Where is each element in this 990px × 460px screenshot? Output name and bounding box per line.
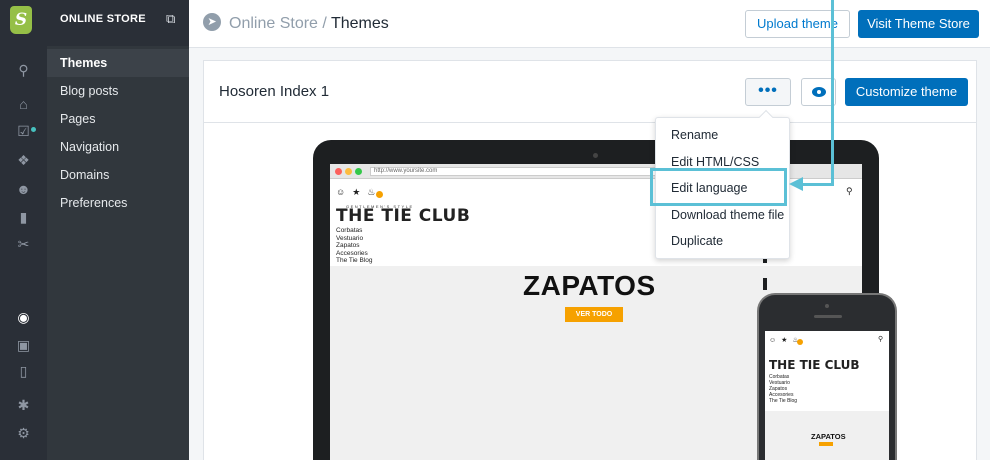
visit-theme-store-button[interactable]: Visit Theme Store	[858, 10, 979, 38]
store-menu-item: Vestuario	[336, 234, 364, 242]
store-search-icon: ⚲	[846, 186, 853, 196]
sidebar-item-themes[interactable]: Themes	[47, 49, 189, 77]
phone-menu-item: The Tie Blog	[769, 398, 798, 404]
close-dot-icon	[335, 168, 342, 175]
cart-badge	[376, 191, 383, 198]
theme-card-header: Hosoren Index 1 ••• Customize theme	[204, 61, 976, 123]
home-icon[interactable]: ⌂	[0, 96, 47, 112]
store-menu-item: The Tie Blog	[336, 257, 373, 264]
store-menu-item: Accesories	[336, 249, 368, 257]
apps-icon[interactable]: ✱	[0, 397, 47, 413]
analytics-icon[interactable]: ▮	[0, 209, 47, 225]
annotation-line	[802, 183, 834, 186]
phone-store-logo: THE TIE CLUB	[769, 358, 860, 372]
sidebar-title: ONLINE STORE	[60, 13, 146, 25]
phone-store-menu: Corbatas Vestuario Zapatos Accesories Th…	[769, 374, 797, 404]
theme-name: Hosoren Index 1	[219, 83, 330, 100]
store-menu-item: Zapatos	[336, 242, 360, 249]
discounts-icon[interactable]: ✂	[0, 236, 47, 252]
phone-search-icon: ⚲	[878, 336, 884, 343]
upload-theme-button[interactable]: Upload theme	[745, 10, 850, 38]
sidebar-item-domains[interactable]: Domains	[47, 161, 189, 189]
customers-icon[interactable]: ☻	[0, 181, 47, 197]
store-logo: THE TIE CLUB	[336, 206, 471, 226]
annotation-line	[831, 0, 834, 186]
globe-icon[interactable]: ◉	[0, 309, 47, 325]
breadcrumb: Online Store / Themes	[229, 15, 389, 33]
store-hero-title: ZAPATOS	[523, 270, 656, 301]
annotation-arrow-icon	[789, 177, 803, 191]
store-menu: Corbatas Vestuario Zapatos Accesories Th…	[336, 227, 373, 265]
sidebar-header: ONLINE STORE ⧉	[47, 0, 189, 46]
search-icon[interactable]: ⚲	[0, 62, 47, 78]
orders-icon[interactable]: ☑	[0, 123, 47, 139]
phone-preview: ☺★♨ ⚲ THE TIE CLUB Corbatas Vestuario Za…	[757, 293, 897, 460]
phone-camera	[825, 304, 829, 308]
menu-item-download-theme-file[interactable]: Download theme file	[656, 202, 789, 229]
external-link-icon[interactable]: ⧉	[166, 11, 175, 27]
store-hero-button: VER TODO	[565, 307, 623, 322]
phone-cart-badge	[797, 339, 803, 345]
store-menu-item: Corbatas	[336, 227, 363, 234]
customize-theme-button[interactable]: Customize theme	[845, 78, 968, 106]
app-window: S ⚲ ⌂ ☑ ❖ ☻ ▮ ✂ ◉ ▣ ▯ ✱ ⚙ ONLINE STORE ⧉…	[0, 0, 990, 460]
phone-hero-title: ZAPATOS	[811, 432, 846, 441]
sidebar-item-pages[interactable]: Pages	[47, 105, 189, 133]
sidebar-item-preferences[interactable]: Preferences	[47, 189, 189, 217]
settings-icon[interactable]: ⚙	[0, 425, 47, 441]
breadcrumb-parent[interactable]: Online Store	[229, 15, 318, 32]
phone-speaker	[814, 315, 842, 318]
eye-icon	[812, 87, 826, 97]
icon-rail: S ⚲ ⌂ ☑ ❖ ☻ ▮ ✂ ◉ ▣ ▯ ✱ ⚙	[0, 0, 47, 460]
menu-item-duplicate[interactable]: Duplicate	[656, 228, 789, 255]
phone-hero-button	[819, 442, 833, 446]
notification-dot	[31, 127, 36, 132]
theme-card: Hosoren Index 1 ••• Customize theme http…	[203, 60, 977, 460]
sidebar: ONLINE STORE ⧉ Themes Blog posts Pages N…	[47, 0, 189, 460]
sidebar-item-blog-posts[interactable]: Blog posts	[47, 77, 189, 105]
page-title: Themes	[330, 15, 389, 32]
top-bar: ➤ Online Store / Themes Upload theme Vis…	[189, 0, 990, 48]
tag-icon[interactable]: ❖	[0, 152, 47, 168]
shopify-logo-icon[interactable]: S	[10, 6, 32, 34]
minimize-dot-icon	[345, 168, 352, 175]
menu-item-rename[interactable]: Rename	[656, 122, 789, 149]
phone-screen: ☺★♨ ⚲ THE TIE CLUB Corbatas Vestuario Za…	[765, 331, 889, 460]
mobile-icon[interactable]: ▯	[0, 363, 47, 379]
online-store-icon: ➤	[203, 13, 221, 31]
maximize-dot-icon	[355, 168, 362, 175]
more-actions-button[interactable]: •••	[745, 78, 791, 106]
laptop-camera	[593, 153, 598, 158]
facebook-icon[interactable]: ▣	[0, 337, 47, 353]
sidebar-item-navigation[interactable]: Navigation	[47, 133, 189, 161]
breadcrumb-separator: /	[317, 15, 331, 32]
annotation-highlight-box	[650, 168, 787, 206]
